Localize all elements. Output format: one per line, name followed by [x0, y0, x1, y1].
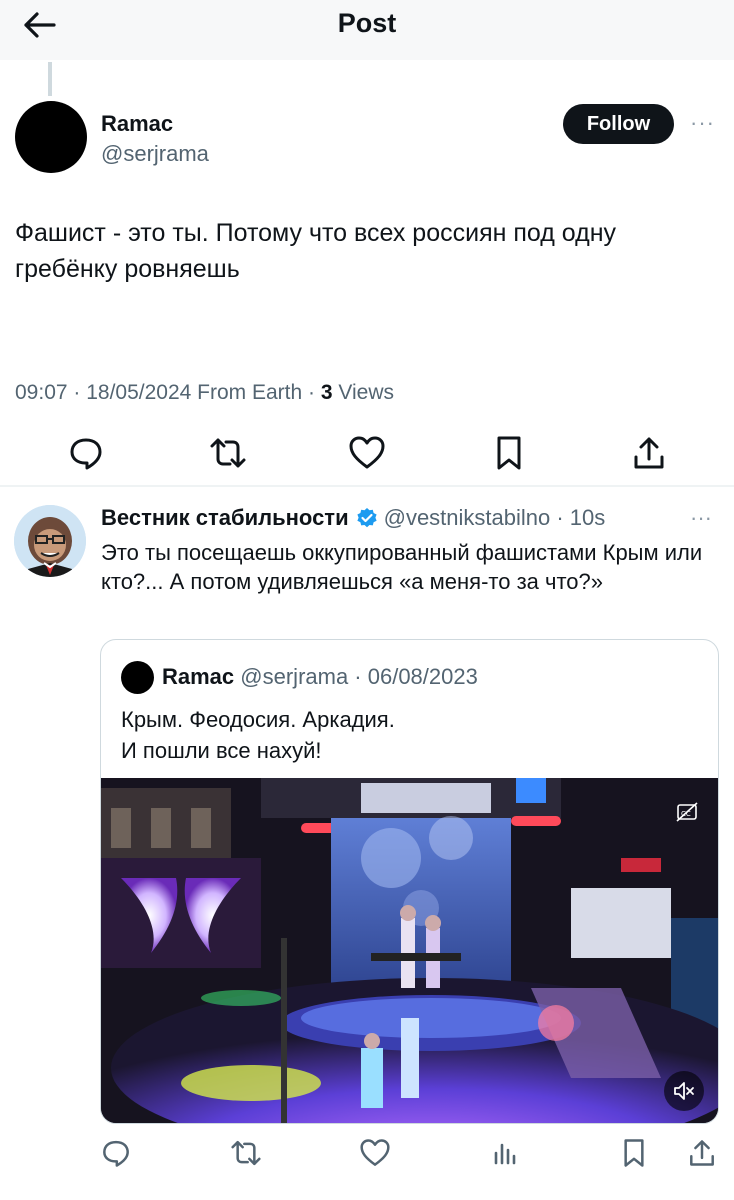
video-player[interactable]: CC — [101, 778, 718, 1123]
reply-text: Это ты посещаешь оккупированный фашистам… — [101, 540, 703, 594]
quoted-author-meta: @serjrama · 06/08/2023 — [240, 664, 478, 689]
post-meta: 09:07 · 18/05/2024 From Earth · 3 Views — [15, 381, 394, 405]
share-icon — [634, 437, 664, 468]
mute-button[interactable] — [664, 1071, 704, 1111]
captions-button[interactable]: CC — [676, 802, 698, 827]
reply-icon — [70, 438, 102, 469]
verified-badge-icon — [356, 507, 378, 529]
speaker-muted-icon — [674, 1082, 694, 1100]
reply-views-button[interactable] — [485, 1132, 525, 1174]
quoted-text: Крым. Феодосия. Аркадия. И пошли все нах… — [121, 704, 395, 766]
reply-actions — [0, 1132, 734, 1174]
bookmark-icon — [624, 1139, 644, 1167]
repost-icon — [210, 438, 246, 467]
like-button[interactable] — [347, 430, 387, 475]
divider — [0, 485, 734, 487]
post-text: Фашист - это ты. Потому что всех россиян… — [15, 219, 617, 283]
quoted-text-line-1: Крым. Феодосия. Аркадия. — [121, 707, 395, 732]
author-name[interactable]: Ramac — [101, 111, 173, 137]
reply-like-button[interactable] — [355, 1132, 395, 1174]
quoted-text-line-2: И пошли все нахуй! — [121, 738, 322, 763]
reply-icon — [103, 1140, 129, 1167]
views-count: 3 — [320, 381, 333, 404]
views-label: Views — [332, 381, 395, 404]
video-frame-image — [101, 778, 718, 1123]
quoted-header: Ramac @serjrama · 06/08/2023 — [162, 664, 478, 690]
post-timestamp: 09:07 · 18/05/2024 From Earth · — [15, 381, 321, 404]
reply-header: Вестник стабильности @vestnikstabilno · … — [101, 505, 605, 531]
cartoon-avatar-image — [14, 505, 86, 577]
author-handle[interactable]: @serjrama — [101, 141, 209, 167]
reply-handle-time[interactable]: @vestnikstabilno · 10s — [384, 505, 606, 531]
share-button[interactable] — [629, 430, 669, 475]
avatar[interactable] — [15, 101, 87, 173]
reply-author-name[interactable]: Вестник стабильности — [101, 505, 349, 531]
reply-share-button[interactable] — [682, 1132, 722, 1174]
quoted-avatar — [121, 661, 154, 694]
like-icon — [349, 436, 385, 468]
repost-button[interactable] — [208, 430, 248, 475]
views-icon — [494, 1143, 516, 1165]
bookmark-icon — [497, 436, 521, 469]
reply-bookmark-button[interactable] — [614, 1132, 654, 1174]
top-bar: Post — [0, 0, 734, 60]
reply-more-options-button[interactable]: ··· — [690, 505, 712, 531]
reply-reply-button[interactable] — [96, 1132, 136, 1174]
follow-button[interactable]: Follow — [563, 104, 674, 144]
page-title: Post — [337, 8, 397, 38]
thread-connector — [48, 62, 52, 96]
reply-avatar[interactable] — [14, 505, 86, 577]
bookmark-button[interactable] — [489, 430, 529, 475]
reply-button[interactable] — [66, 430, 106, 475]
post-actions — [0, 430, 734, 475]
like-icon — [360, 1139, 390, 1166]
share-icon — [690, 1140, 714, 1166]
repost-icon — [231, 1140, 261, 1166]
quoted-post-card[interactable]: Ramac @serjrama · 06/08/2023 Крым. Феодо… — [100, 639, 719, 1124]
quoted-author-name: Ramac — [162, 664, 235, 689]
captions-off-icon: CC — [676, 802, 698, 822]
reply-repost-button[interactable] — [226, 1132, 266, 1174]
more-options-button[interactable]: ··· — [690, 110, 715, 136]
